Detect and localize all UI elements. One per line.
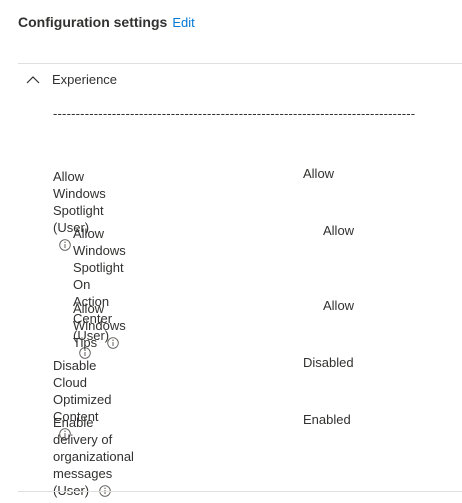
setting-value: Allow (303, 166, 335, 181)
edit-link[interactable]: Edit (172, 15, 194, 30)
setting-label-line1: Allow Windows Spotlight On Action (73, 226, 126, 309)
info-icon[interactable] (106, 337, 119, 349)
setting-value: Allow (323, 223, 355, 238)
info-icon[interactable] (59, 239, 71, 251)
setting-value: Allow (323, 298, 355, 313)
section-toggle-experience[interactable]: Experience (26, 72, 117, 87)
chevron-up-icon (26, 75, 40, 83)
footer-divider (18, 491, 462, 492)
setting-value: Enabled (303, 412, 351, 427)
setting-label: Enable delivery of organizational messag… (53, 414, 134, 499)
setting-value: Disabled (303, 355, 354, 370)
setting-label: Allow Windows Tips (73, 300, 126, 351)
setting-label-line1: Enable delivery of organizational (53, 415, 134, 464)
section-separator: ----------------------------------------… (53, 106, 416, 121)
page-title: Configuration settings (18, 14, 168, 30)
section-title: Experience (52, 72, 118, 87)
config-header: Configuration settings Edit (18, 14, 195, 30)
header-divider (18, 63, 462, 64)
